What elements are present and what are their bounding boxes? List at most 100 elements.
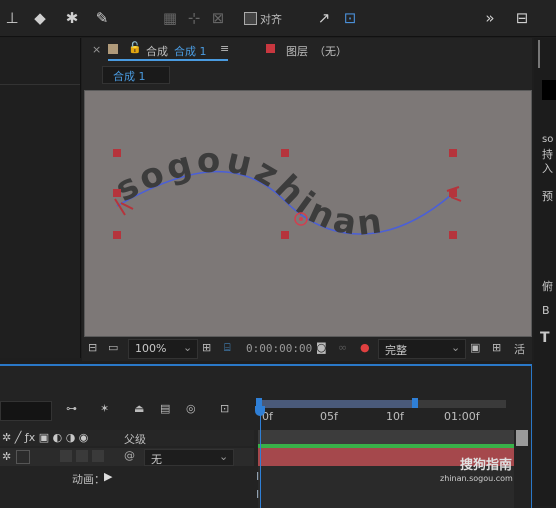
column-switch-icons: ✲ ╱ ƒx ▣ ◐ ◑ ◉	[2, 431, 89, 444]
comp-tab-prefix: 合成	[146, 45, 168, 58]
zoom-value: 100%	[135, 342, 167, 355]
tab-underline	[108, 59, 228, 61]
composition-panel: × 🔓 合成 合成 1 ≡ 图层 （无） 合成 1 sogouzhinan ⊟ …	[82, 38, 532, 361]
menu-icon[interactable]: ≡	[220, 42, 229, 55]
ruler-label: 05f	[320, 410, 338, 423]
switch-box[interactable]	[92, 450, 104, 462]
channel-icon[interactable]: ●	[360, 341, 370, 354]
snap-icon[interactable]: ⊡	[340, 8, 360, 28]
parent-column-label: 父级	[124, 433, 146, 446]
right-text: so	[542, 134, 554, 145]
shy-icon[interactable]: ⏏	[134, 402, 144, 415]
exposure-icon[interactable]: ∞	[338, 341, 347, 354]
layer-search-input[interactable]	[0, 401, 52, 421]
draft-3d-icon[interactable]: ✶	[100, 402, 109, 415]
align-grid-icon[interactable]: ▦	[160, 8, 180, 28]
zoom-select[interactable]: 100% ⌄	[128, 339, 198, 359]
right-text: 预	[542, 190, 553, 203]
graph-editor-icon[interactable]: ⊡	[220, 402, 229, 415]
path-text: sogouzhinan	[109, 140, 388, 244]
eraser-icon[interactable]: ◆	[30, 8, 50, 28]
animate-label: 动画：	[72, 473, 105, 486]
pick-whip-icon[interactable]: @	[124, 449, 135, 462]
watermark-text: 搜狗指南	[460, 458, 513, 473]
workspace-icon[interactable]: ⊟	[510, 8, 534, 28]
quality-select[interactable]: 完整 ⌄	[378, 339, 466, 359]
arrow-icon[interactable]: ↗	[314, 8, 334, 28]
column-header-row: ✲ ╱ ƒx ▣ ◐ ◑ ◉ 父级	[0, 430, 254, 446]
anchor-point-dot	[299, 217, 303, 221]
viewer-graphic: sogouzhinan	[109, 140, 462, 244]
puppet-icon[interactable]: ✱	[62, 8, 82, 28]
bounding-handle[interactable]	[449, 231, 457, 239]
project-panel	[0, 38, 81, 358]
close-icon[interactable]: ×	[92, 43, 101, 56]
roi-icon[interactable]: ▣	[470, 341, 480, 354]
viewer-control-bar: ⊟ ▭ 100% ⌄ ⊞ ⌸ 0:00:00:00 ◙ ∞ ● 完整 ⌄ ▣ ⊞…	[82, 338, 532, 360]
solo-icon[interactable]: ✲	[2, 450, 11, 463]
align-checkbox[interactable]	[244, 12, 257, 25]
parent-select-value: 无	[151, 453, 162, 466]
breadcrumb-label: 合成 1	[113, 70, 146, 83]
always-preview-icon[interactable]: ⊟	[88, 341, 97, 354]
distribute-icon[interactable]: ⊠	[208, 8, 228, 28]
bounding-handle[interactable]	[281, 231, 289, 239]
grid-icon[interactable]: ⊞	[492, 341, 501, 354]
keyframe-marker[interactable]: I	[256, 488, 259, 501]
fast-preview-icon[interactable]: 活	[514, 341, 525, 357]
bounding-handle[interactable]	[113, 189, 121, 197]
frame-blend-icon[interactable]: ▤	[160, 402, 170, 415]
layer-tab-value: （无）	[314, 45, 347, 58]
right-panel: so 持 入 预 俯 B T	[534, 38, 556, 506]
bounding-handle[interactable]	[449, 149, 457, 157]
comp-flowchart-icon[interactable]: ⊶	[66, 402, 77, 415]
parent-select[interactable]: 无 ⌄	[144, 449, 234, 466]
playhead-handle[interactable]	[255, 406, 265, 416]
bounding-handle[interactable]	[113, 149, 121, 157]
chevron-down-icon: ⌄	[183, 341, 193, 354]
viewer-canvas[interactable]: sogouzhinan	[84, 90, 532, 337]
right-text: 俯	[542, 280, 553, 293]
comp-tab-row: × 🔓 合成 合成 1 ≡ 图层 （无）	[82, 38, 532, 62]
anchor-icon[interactable]: ⊹	[184, 8, 204, 28]
bounding-handle[interactable]	[449, 189, 457, 197]
quality-value: 完整	[385, 344, 407, 357]
play-icon[interactable]: ▶	[104, 470, 112, 483]
right-text: 入	[542, 162, 553, 175]
right-text: T	[540, 330, 550, 346]
monitor-icon[interactable]: ▭	[108, 341, 118, 354]
chevron-down-icon: ⌄	[451, 341, 461, 354]
switch-box[interactable]	[76, 450, 88, 462]
camera-icon[interactable]: ◙	[316, 341, 327, 354]
chevron-down-icon: ⌄	[219, 450, 229, 463]
work-area-end-handle[interactable]	[412, 398, 418, 408]
work-area-bar[interactable]	[258, 400, 416, 408]
stamp-icon[interactable]: ⊥	[2, 8, 22, 28]
ruler-label: 01:00f	[444, 410, 480, 423]
panel-separator	[538, 40, 540, 68]
right-text: B	[542, 304, 550, 317]
switch-box[interactable]	[60, 450, 72, 462]
playhead-line[interactable]	[260, 410, 261, 508]
divider	[0, 84, 80, 85]
bounding-handle[interactable]	[281, 149, 289, 157]
timeline-scroll-thumb[interactable]	[516, 430, 528, 446]
keyframe-marker[interactable]: I	[256, 470, 259, 483]
comp-tab-name[interactable]: 合成 1	[174, 43, 207, 59]
transparency-grid-icon[interactable]: ⌸	[224, 341, 231, 355]
layer-tab-label[interactable]: 图层	[286, 43, 308, 59]
breadcrumb[interactable]: 合成 1	[102, 66, 170, 84]
timeline-panel: ⊶ ✶ ⏏ ▤ ◎ ⊡ 0f 05f 10f 01:00f ✲ ╱ ƒx ▣ ◐…	[0, 364, 532, 508]
region-icon[interactable]: ⊞	[202, 341, 211, 354]
quality-switch[interactable]	[16, 450, 30, 464]
comp-color-swatch	[108, 44, 118, 54]
timecode[interactable]: 0:00:00:00	[246, 342, 312, 355]
pin-icon[interactable]: ✎	[92, 8, 112, 28]
motion-blur-icon[interactable]: ◎	[186, 402, 196, 415]
lock-icon[interactable]: 🔓	[128, 41, 142, 54]
bounding-handle[interactable]	[113, 231, 121, 239]
chevron-double-icon[interactable]: »	[480, 8, 500, 28]
watermark-url: zhinan.sogou.com	[440, 474, 513, 483]
layer-row[interactable]: ✲ @ 无 ⌄	[0, 448, 254, 466]
layer-color	[266, 44, 275, 53]
